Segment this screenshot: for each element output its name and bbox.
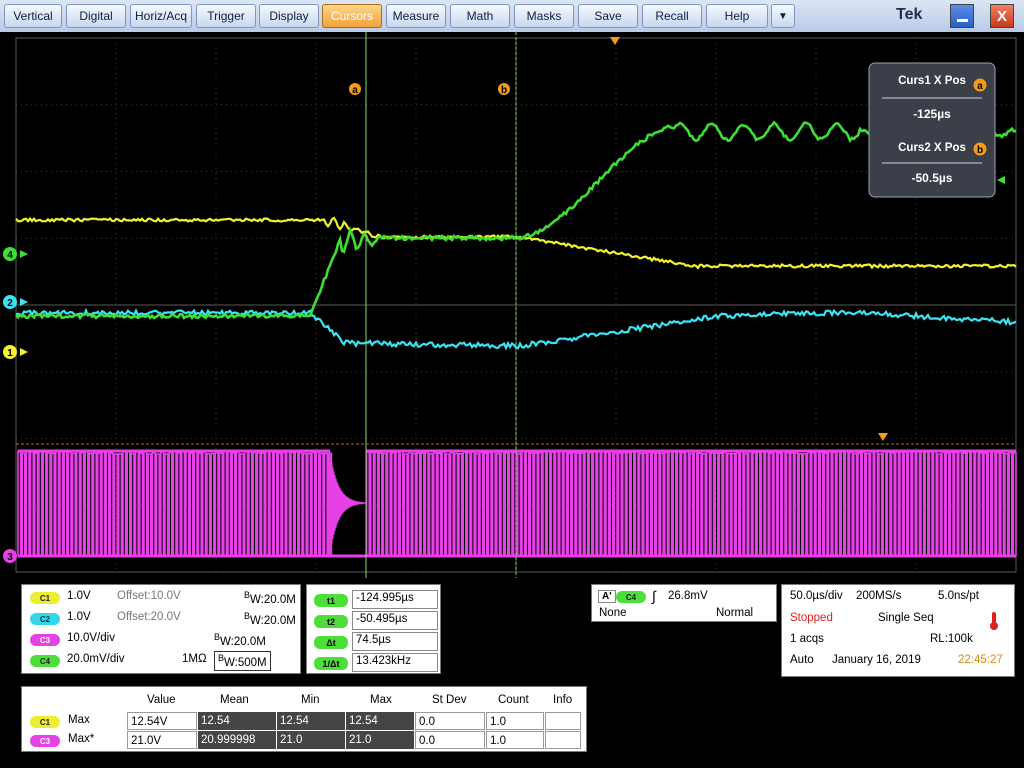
menu-more-dropdown[interactable]: ▼ (771, 4, 795, 28)
ch2-scale: 1.0V (67, 611, 91, 623)
ch3-scale: 10.0V/div (67, 632, 115, 644)
menu-masks[interactable]: Masks (514, 4, 574, 28)
ch1-bandwidth: BW:20.0M (244, 590, 296, 606)
ch3-ground-marker[interactable]: 3 (3, 549, 17, 563)
waveform-display[interactable]: a b 4 2 1 3 Curs1 X Pos a -125µs Curs2 X… (0, 32, 1024, 578)
svg-text:a: a (977, 81, 983, 92)
col-mean: Mean (220, 694, 249, 706)
ch4-impedance: 1MΩ (182, 653, 207, 665)
sample-rate: 200MS/s (856, 590, 901, 602)
menu-measure[interactable]: Measure (386, 4, 446, 28)
svg-text:2: 2 (7, 298, 13, 309)
col-value: Value (147, 694, 176, 706)
inv-delta-t-label: 1/Δt (314, 657, 348, 670)
svg-text:b: b (977, 145, 983, 156)
resolution: 5.0ns/pt (938, 590, 979, 602)
ch2-bandwidth: BW:20.0M (244, 611, 296, 627)
col-info: Info (553, 694, 572, 706)
menu-bar: Vertical Digital Horiz/Acq Trigger Displ… (0, 0, 1024, 33)
ch4-bandwidth[interactable]: BW:500M (214, 651, 271, 671)
close-button[interactable]: X (990, 4, 1014, 28)
trigger-mode: Normal (716, 607, 753, 619)
svg-text:b: b (501, 85, 507, 96)
trigger-coupling: None (599, 607, 627, 619)
menu-help[interactable]: Help (706, 4, 768, 28)
menu-math[interactable]: Math (450, 4, 510, 28)
menu-horiz-acq[interactable]: Horiz/Acq (130, 4, 192, 28)
t2-label: t2 (314, 615, 348, 628)
horizontal-panel[interactable]: 50.0µs/div 200MS/s 5.0ns/pt Stopped Sing… (781, 584, 1015, 677)
ch1-scale: 1.0V (67, 590, 91, 602)
trigger-auto: Auto (790, 654, 814, 666)
trigger-panel[interactable]: A' C4 ∫ 26.8mV None Normal (591, 584, 777, 622)
svg-text:1: 1 (7, 348, 13, 359)
curs2-title: Curs2 X Pos (898, 142, 966, 154)
curs1-title: Curs1 X Pos (898, 75, 966, 87)
inv-delta-t-value: 13.423kHz (352, 653, 438, 672)
ch1-chip[interactable]: C1 (30, 592, 60, 604)
rising-edge-icon: ∫ (652, 588, 656, 604)
ch3-waveform (18, 451, 1016, 556)
time-per-div: 50.0µs/div (790, 590, 843, 602)
brand-logo: Tek (896, 6, 922, 24)
svg-text:3: 3 (7, 552, 13, 563)
curs1-value: -125µs (913, 107, 951, 121)
col-count: Count (498, 694, 529, 706)
menu-display[interactable]: Display (259, 4, 319, 28)
channel-settings-panel: C1 1.0V Offset:10.0V BW:20.0M C2 1.0V Of… (21, 584, 301, 674)
menu-cursors[interactable]: Cursors (322, 4, 382, 28)
time: 22:45:27 (958, 654, 1003, 666)
trigger-level: 26.8mV (668, 590, 708, 602)
ch3-bandwidth: BW:20.0M (214, 632, 266, 648)
menu-digital[interactable]: Digital (66, 4, 126, 28)
sequence-mode: Single Seq (878, 612, 934, 624)
svg-text:a: a (352, 85, 358, 96)
menu-recall[interactable]: Recall (642, 4, 702, 28)
measurements-table: Value Mean Min Max St Dev Count Info C1 … (21, 686, 587, 752)
t1-label: t1 (314, 594, 348, 607)
ch3-chip[interactable]: C3 (30, 634, 60, 646)
trigger-a-badge: A' (598, 590, 616, 603)
cursor-readout-box[interactable]: Curs1 X Pos a -125µs Curs2 X Pos b -50.5… (869, 63, 995, 197)
ch1-offset: Offset:10.0V (117, 590, 181, 602)
menu-save[interactable]: Save (578, 4, 638, 28)
menu-vertical[interactable]: Vertical (4, 4, 62, 28)
record-length: RL:100k (930, 633, 973, 645)
acq-count: 1 acqs (790, 633, 824, 645)
minimize-button[interactable] (950, 4, 974, 28)
svg-text:4: 4 (7, 250, 13, 261)
t1-value: -124.995µs (352, 590, 438, 609)
minimize-icon (957, 19, 968, 22)
col-max: Max (370, 694, 392, 706)
ch4-scale: 20.0mV/div (67, 653, 125, 665)
delta-t-label: Δt (314, 636, 348, 649)
col-min: Min (301, 694, 320, 706)
ch4-chip[interactable]: C4 (30, 655, 60, 667)
cursor-values-panel: t1 -124.995µs t2 -50.495µs Δt 74.5µs 1/Δ… (306, 584, 441, 674)
date: January 16, 2019 (832, 654, 921, 666)
ch2-chip[interactable]: C2 (30, 613, 60, 625)
curs2-value: -50.5µs (912, 171, 953, 185)
menu-trigger[interactable]: Trigger (196, 4, 256, 28)
t2-value: -50.495µs (352, 611, 438, 630)
ch2-offset: Offset:20.0V (117, 611, 181, 623)
trigger-source-chip: C4 (616, 591, 646, 603)
acq-state: Stopped (790, 612, 833, 624)
delta-t-value: 74.5µs (352, 632, 438, 651)
col-stdev: St Dev (432, 694, 467, 706)
